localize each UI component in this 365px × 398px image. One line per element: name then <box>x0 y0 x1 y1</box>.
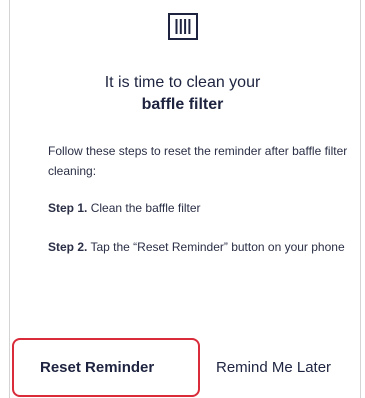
baffle-filter-icon <box>168 13 198 40</box>
title-line-1: It is time to clean your <box>104 74 261 91</box>
instructions-intro: Follow these steps to reset the reminder… <box>48 144 348 178</box>
title-line-2: baffle filter <box>141 96 224 113</box>
step-1-label: Step 1. <box>48 201 88 215</box>
step-2-label: Step 2. <box>48 240 88 254</box>
step-1: Step 1. Clean the baffle filter <box>48 198 348 218</box>
remind-me-later-button[interactable]: Remind Me Later <box>216 355 331 381</box>
reminder-title: It is time to clean your baffle filter <box>0 72 365 116</box>
step-1-text: Clean the baffle filter <box>87 201 201 215</box>
step-2: Step 2. Tap the “Reset Reminder” button … <box>48 237 348 257</box>
step-2-text: Tap the “Reset Reminder” button on your … <box>87 240 345 254</box>
reset-reminder-button[interactable]: Reset Reminder <box>40 355 154 381</box>
